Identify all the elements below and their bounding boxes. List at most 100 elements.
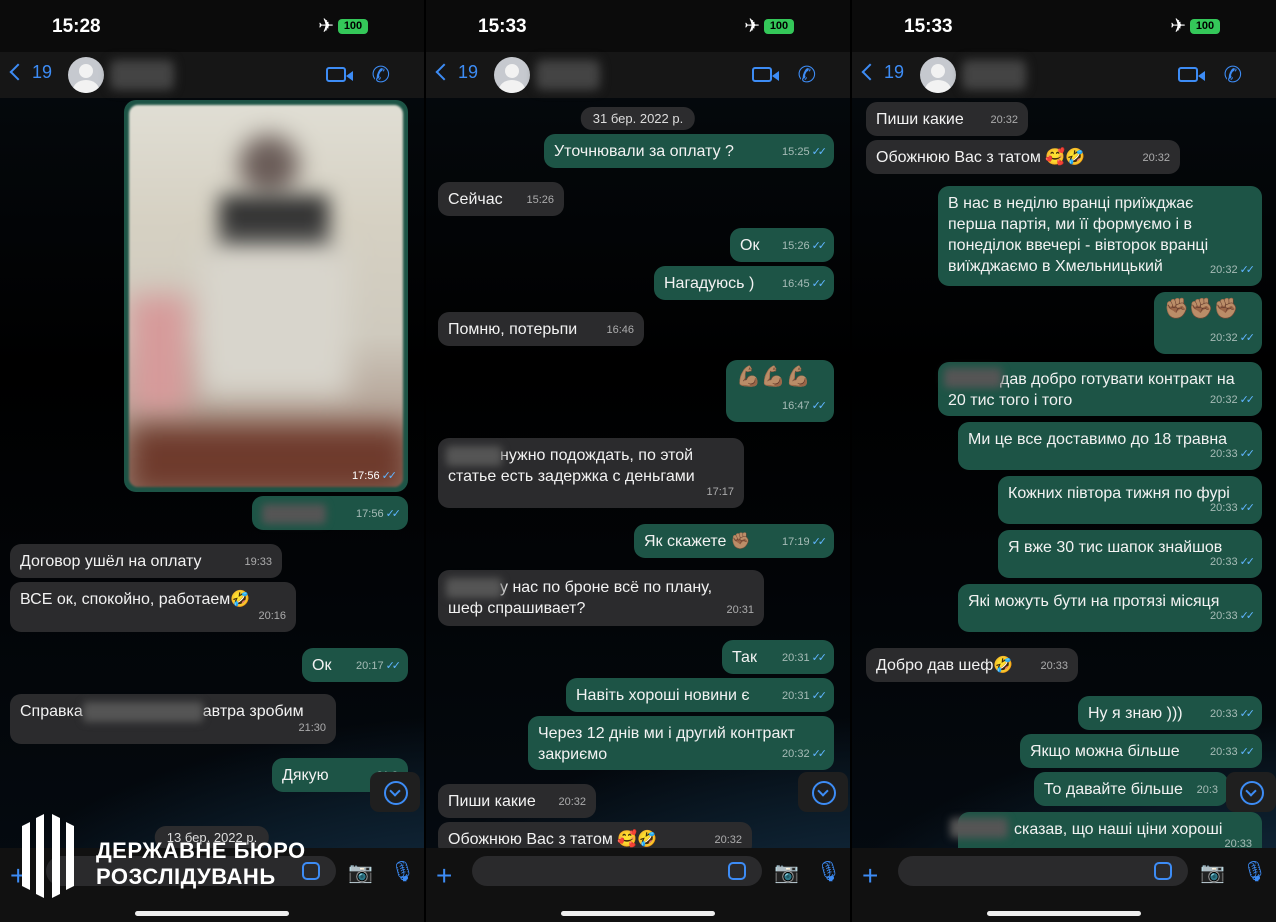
- outgoing-message[interactable]: Уточнювали за оплату ? 15:25 ✓✓: [544, 134, 834, 168]
- incoming-message[interactable]: Пиши какие 20:32: [438, 784, 596, 818]
- phone-call-icon[interactable]: ✆: [372, 62, 390, 88]
- redacted-contact-name[interactable]: [536, 60, 600, 90]
- outgoing-message[interactable]: Нагадуюсь ) 16:45 ✓✓: [654, 266, 834, 300]
- outgoing-message[interactable]: Ок 15:26 ✓✓: [730, 228, 834, 262]
- avatar[interactable]: [494, 57, 530, 93]
- outgoing-message[interactable]: В нас в неділю вранці приїжджає перша па…: [938, 186, 1262, 286]
- chevron-left-icon: [9, 63, 27, 81]
- phone-call-icon[interactable]: ✆: [1224, 62, 1242, 88]
- chat-screenshot-2: 15:33 ✈ 100 19 ✆ 31 бер. 2022 р. Уточнюв…: [426, 0, 850, 922]
- incoming-message[interactable]: Пиши какие 20:32: [866, 102, 1028, 136]
- camera-icon[interactable]: 📷: [774, 860, 799, 885]
- redacted-text: [944, 368, 1002, 388]
- status-time: 15:28: [52, 16, 101, 37]
- chat-header: 19 ✆: [0, 52, 424, 98]
- outgoing-message[interactable]: ✊🏽✊🏽✊🏽 20:32 ✓✓: [1154, 292, 1262, 354]
- avatar[interactable]: [920, 57, 956, 93]
- status-bar: 15:33 ✈ 100: [426, 0, 850, 52]
- compose-bar: + 📷 🎙: [852, 848, 1276, 922]
- status-time: 15:33: [478, 16, 527, 37]
- back-button[interactable]: 19: [8, 62, 52, 83]
- message-list[interactable]: Пиши какие 20:32 Обожнюю Вас з татом 🥰🤣 …: [852, 98, 1276, 848]
- outgoing-message[interactable]: Так 20:31 ✓✓: [722, 640, 834, 674]
- blurred-photo: [129, 105, 403, 487]
- battery-icon: 100: [338, 19, 368, 34]
- avatar[interactable]: [68, 57, 104, 93]
- message-input[interactable]: [898, 856, 1188, 886]
- message-list[interactable]: 17:56 ✓✓ 17:56 ✓✓ Договор ушёл на оплату 1…: [0, 98, 424, 848]
- outgoing-message[interactable]: 17:56 ✓✓: [252, 496, 408, 530]
- read-receipt-icon: ✓✓: [381, 470, 398, 482]
- home-indicator: [561, 911, 715, 916]
- incoming-message[interactable]: Помню, потерьпи 16:46: [438, 312, 644, 346]
- sticker-icon[interactable]: [728, 862, 746, 880]
- unread-count: 19: [32, 62, 53, 82]
- airplane-mode-icon: ✈: [744, 16, 760, 37]
- scroll-to-bottom-button[interactable]: [1226, 772, 1276, 812]
- incoming-message[interactable]: нужно подождать, по этой статье есть зад…: [438, 438, 744, 508]
- redacted-text: [82, 701, 203, 722]
- date-separator: 31 бер. 2022 р.: [580, 107, 696, 130]
- outgoing-message[interactable]: Які можуть бути на протязі місяця 20:33 ✓…: [958, 584, 1262, 632]
- outgoing-message[interactable]: дав добро готувати контракт на 20 тис то…: [938, 362, 1262, 416]
- outgoing-message[interactable]: сказав, що наші ціни хороші 20:33: [950, 812, 1262, 848]
- camera-icon[interactable]: 📷: [1200, 860, 1225, 885]
- plus-icon[interactable]: +: [862, 860, 878, 892]
- incoming-message[interactable]: Сейчас 15:26: [438, 182, 564, 216]
- video-call-icon[interactable]: [326, 67, 353, 82]
- scroll-to-bottom-button[interactable]: [370, 772, 420, 812]
- microphone-icon[interactable]: 🎙: [390, 859, 415, 884]
- phone-call-icon[interactable]: ✆: [798, 62, 816, 88]
- status-bar: 15:33 ✈ 100: [852, 0, 1276, 52]
- video-call-icon[interactable]: [752, 67, 779, 82]
- dbr-logo: ДЕРЖАВНЕ БЮРО РОЗСЛІДУВАНЬ: [16, 806, 306, 906]
- chat-header: 19 ✆: [426, 52, 850, 98]
- redacted-contact-name[interactable]: [962, 60, 1026, 90]
- battery-icon: 100: [1190, 19, 1220, 34]
- outgoing-message[interactable]: Через 12 днів ми і другий контракт закри…: [528, 716, 834, 770]
- outgoing-message[interactable]: Ну я знаю ))) 20:33 ✓✓: [1078, 696, 1262, 730]
- back-button[interactable]: 19: [860, 62, 904, 83]
- message-list[interactable]: 31 бер. 2022 р. Уточнювали за оплату ? 1…: [426, 98, 850, 848]
- outgoing-message[interactable]: То давайте більше 20:3: [1034, 772, 1228, 806]
- chevron-left-icon: [435, 63, 453, 81]
- home-indicator: [135, 911, 289, 916]
- incoming-message[interactable]: Обожнюю Вас з татом 🥰🤣 20:32: [438, 822, 752, 848]
- incoming-message[interactable]: у нас по броне всё по плану, шеф спрашив…: [438, 570, 764, 626]
- status-time: 15:33: [904, 16, 953, 37]
- outgoing-message[interactable]: Як скажете ✊🏽 17:19 ✓✓: [634, 524, 834, 558]
- message-input[interactable]: [472, 856, 762, 886]
- compose-bar: + 📷 🎙: [426, 848, 850, 922]
- sticker-icon[interactable]: [1154, 862, 1172, 880]
- scroll-to-bottom-button[interactable]: [798, 772, 848, 812]
- outgoing-message[interactable]: Кожних півтора тижня по фурі 20:33 ✓✓: [998, 476, 1262, 524]
- video-call-icon[interactable]: [1178, 67, 1205, 82]
- outgoing-message[interactable]: 💪🏽💪🏽💪🏽 16:47 ✓✓: [726, 360, 834, 422]
- incoming-message[interactable]: Справка автра зробим 21:30: [10, 694, 336, 744]
- incoming-message[interactable]: Добро дав шеф🤣 20:33: [866, 648, 1078, 682]
- redacted-text: [262, 503, 326, 524]
- outgoing-message[interactable]: Я вже 30 тис шапок знайшов 20:33 ✓✓: [998, 530, 1262, 578]
- image-message[interactable]: 17:56 ✓✓: [124, 100, 408, 492]
- outgoing-message[interactable]: Якщо можна більше 20:33 ✓✓: [1020, 734, 1262, 768]
- airplane-mode-icon: ✈: [318, 16, 334, 37]
- battery-icon: 100: [764, 19, 794, 34]
- outgoing-message[interactable]: Навіть хороші новини є 20:31 ✓✓: [566, 678, 834, 712]
- outgoing-message[interactable]: Ми це все доставимо до 18 травна 20:33 ✓✓: [958, 422, 1262, 470]
- redacted-text: [950, 818, 1008, 838]
- chevron-left-icon: [861, 63, 879, 81]
- camera-icon[interactable]: 📷: [348, 860, 373, 885]
- microphone-icon[interactable]: 🎙: [816, 859, 841, 884]
- airplane-mode-icon: ✈: [1170, 16, 1186, 37]
- home-indicator: [987, 911, 1141, 916]
- redacted-contact-name[interactable]: [110, 60, 174, 90]
- incoming-message[interactable]: Договор ушёл на оплату 19:33: [10, 544, 282, 578]
- back-button[interactable]: 19: [434, 62, 478, 83]
- plus-icon[interactable]: +: [436, 860, 452, 892]
- outgoing-message[interactable]: Ок 20:17 ✓✓: [302, 648, 408, 682]
- redacted-text: [446, 446, 502, 466]
- chat-header: 19 ✆: [852, 52, 1276, 98]
- incoming-message[interactable]: ВСЕ ок, спокойно, работаем🤣 20:16: [10, 582, 296, 632]
- incoming-message[interactable]: Обожнюю Вас з татом 🥰🤣 20:32: [866, 140, 1180, 174]
- microphone-icon[interactable]: 🎙: [1242, 859, 1267, 884]
